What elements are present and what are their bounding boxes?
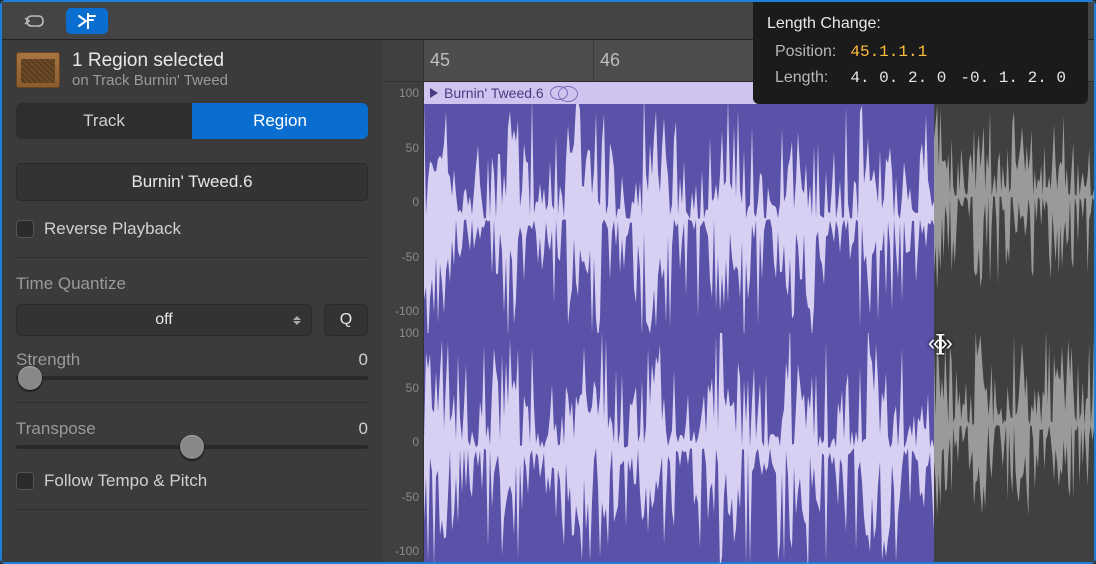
amplitude-scale-bottom: 100 50 0 -50 -100 [382,322,423,562]
bar-marker: 46 [594,40,764,81]
bar-marker: 45 [424,40,594,81]
region-panel: Burnin' Tweed.6 Reverse Playback Time Qu… [2,153,382,510]
tooltip-delta-value: -0. 1. 2. 0 [954,66,1072,90]
reverse-playback-label: Reverse Playback [44,219,181,239]
time-quantize-title: Time Quantize [16,274,368,294]
stereo-icon [550,86,568,100]
waveform-right-unselected [934,333,1094,517]
transpose-label: Transpose [16,419,96,439]
time-quantize-section: Time Quantize off Q Strength 0 [16,258,368,403]
tooltip-title: Length Change: [767,12,1074,36]
waveform-left-selected [424,104,934,334]
audio-editor: 100 50 0 -50 -100 100 50 0 -50 -100 45 4… [382,40,1094,562]
transpose-slider-thumb[interactable] [180,435,204,459]
reverse-playback-row[interactable]: Reverse Playback [16,211,368,258]
tab-track[interactable]: Track [16,103,192,139]
tooltip-position-value: 45.1.1.1 [844,40,952,64]
quantize-button[interactable]: Q [324,304,368,336]
strength-value: 0 [359,350,368,370]
cycle-tool-button[interactable] [14,8,56,34]
tab-region[interactable]: Region [192,103,368,139]
tooltip-position-label: Position: [769,40,842,64]
catch-playhead-button[interactable] [66,8,108,34]
tooltip-length-value: 4. 0. 2. 0 [844,66,952,90]
inspector-tabs: Track Region [16,103,368,139]
follow-tempo-pitch-checkbox[interactable] [16,472,34,490]
transpose-slider[interactable] [16,445,368,449]
reverse-playback-checkbox[interactable] [16,220,34,238]
time-quantize-value: off [155,311,173,329]
waveform-area[interactable]: 45 46 47 Burnin' Tweed.6 «][» [424,40,1094,562]
inspector-header: 1 Region selected on Track Burnin' Tweed [2,40,382,103]
inspector-title: 1 Region selected [72,50,228,72]
waveform-right-selected [424,333,934,563]
waveform-canvas[interactable] [424,104,1094,562]
length-change-tooltip: Length Change: Position: 45.1.1.1 Length… [753,2,1088,104]
inspector-subtitle: on Track Burnin' Tweed [72,72,228,89]
region-inspector: 1 Region selected on Track Burnin' Tweed… [2,40,382,562]
track-amp-icon [16,52,60,88]
play-icon [430,88,438,98]
amplitude-scale-top: 100 50 0 -50 -100 [382,82,423,322]
waveform-left-unselected [934,104,1094,288]
time-quantize-select[interactable]: off [16,304,312,336]
strength-slider[interactable] [16,376,368,380]
region-header-label: Burnin' Tweed.6 [444,85,544,101]
transpose-value: 0 [359,419,368,439]
region-name-field[interactable]: Burnin' Tweed.6 [16,163,368,201]
strength-slider-thumb[interactable] [18,366,42,390]
amplitude-ruler: 100 50 0 -50 -100 100 50 0 -50 -100 [382,40,424,562]
tooltip-length-label: Length: [769,66,842,90]
chevron-updown-icon [293,316,301,325]
transpose-section: Transpose 0 Follow Tempo & Pitch [16,403,368,510]
follow-tempo-pitch-label: Follow Tempo & Pitch [44,471,207,491]
